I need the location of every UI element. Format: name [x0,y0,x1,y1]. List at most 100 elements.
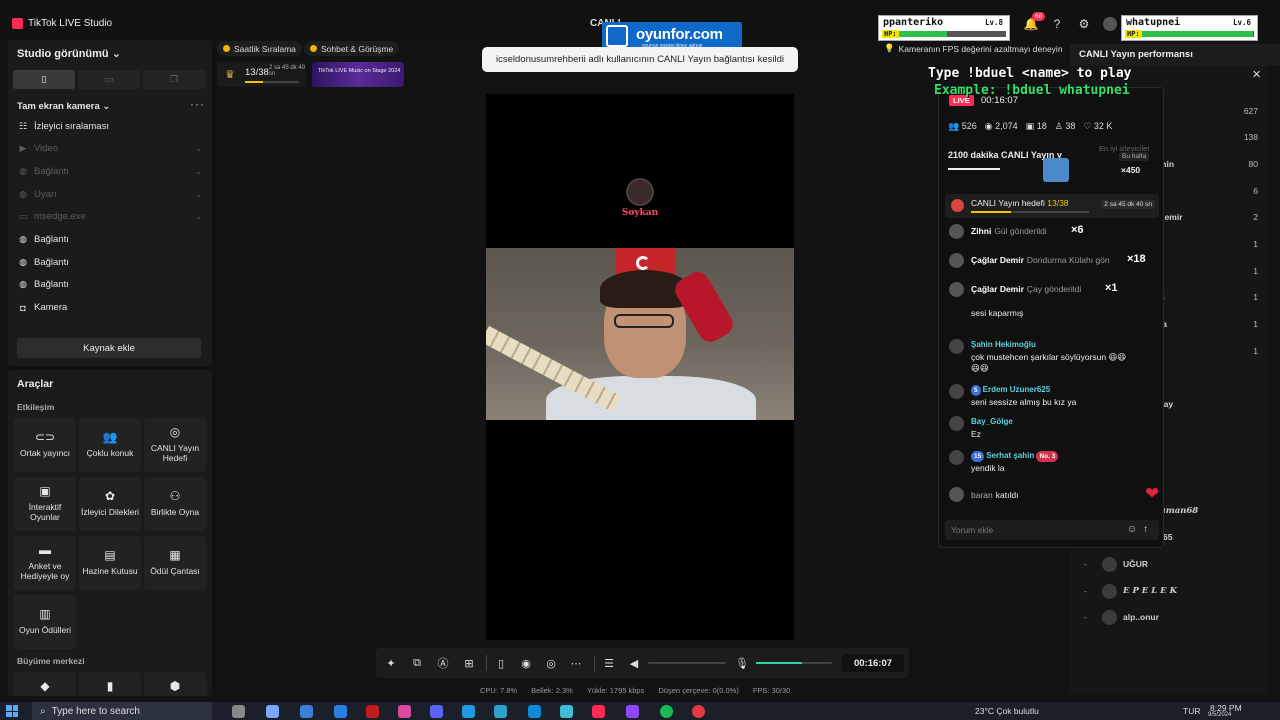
viewer-row[interactable]: - alp..onur [1070,610,1268,626]
source-item[interactable]: ☷ İzleyici sıralaması [18,118,202,134]
tool-chest[interactable]: ▤ Hazine Kutusu [79,536,141,590]
rank-time: 2 sa 45 dk 40 sn [269,65,306,77]
more-icon[interactable]: ⋯ [569,656,583,670]
source-item[interactable]: ◍ Bağlantı [18,232,202,248]
viewer-row[interactable]: - UĞUR [1070,557,1268,573]
tool-reward[interactable]: ▥ Oyun Ödülleri [14,595,76,649]
twitch-icon[interactable] [626,705,639,718]
tiktok-taskbar-icon[interactable] [592,705,605,718]
taskbar-search-input[interactable] [51,705,202,717]
app-icon-teal[interactable] [494,705,507,718]
app-icon-blue[interactable] [462,705,475,718]
source-item[interactable]: ◍ Bağlantı [18,277,202,293]
language-indicator[interactable]: TUR [1183,706,1200,716]
source-item[interactable]: ◍ Bağlantı [18,254,202,270]
app-icon-record[interactable] [692,705,705,718]
volume-slider[interactable] [648,662,726,664]
chevron-down-icon[interactable]: ⌄ [195,212,202,221]
mic-level-slider[interactable] [756,662,832,664]
tool-target[interactable]: ◎ CANLI Yayın Hedefi [144,418,206,472]
comment-input[interactable] [951,523,1111,537]
live-goal-row[interactable]: CANLI Yayın hedefi 13/38 2 sa 45 dk 40 s… [945,194,1159,218]
app-icon-cyan[interactable] [560,705,573,718]
store-icon[interactable] [300,705,313,718]
discord-icon[interactable] [430,705,443,718]
close-icon[interactable]: ✕ [1252,68,1261,81]
chat-message[interactable]: sesi kaparmış [949,308,1159,340]
stream-preview[interactable]: Soykan [486,94,794,640]
avatar[interactable] [1103,17,1117,31]
landscape-layout-tab[interactable]: ▭ [78,70,140,89]
focus-icon[interactable]: ◎ [544,656,558,670]
avatar [949,339,964,354]
ai-icon[interactable]: Ⓐ [436,656,450,670]
screen-capture-icon[interactable]: ⧉ [410,656,424,670]
source-item[interactable]: ◍ Bağlantı ⌄ [18,163,202,179]
tool-label: Birlikte Oyna [150,507,200,517]
chat-text: seni sessize almış bu kız ya [971,397,1077,407]
multi-layout-tab[interactable]: ❐ [143,70,205,89]
record-icon[interactable]: ◉ [519,656,533,670]
chevron-down-icon[interactable]: ⌄ [195,167,202,176]
scene-dropdown[interactable]: Tam ekran kamera ⌄ [17,101,110,112]
growth-tool-2[interactable]: ▮ [79,672,141,696]
source-item[interactable]: ◍ Uyarı ⌄ [18,186,202,202]
source-item[interactable]: ◘ Kamera [18,300,202,316]
app-icon-red[interactable] [366,705,379,718]
copilot-icon[interactable] [266,705,279,718]
chevron-down-icon[interactable]: ⌄ [195,144,202,153]
help-icon[interactable]: ? [1050,17,1064,31]
tool-joystick[interactable]: ⚇ Birlikte Oyna [144,477,206,531]
rank-progress-bar [245,81,299,83]
chat-meet-chip[interactable]: Sohbet & Görüşme [304,41,400,56]
tool-guests[interactable]: 👥 Çoklu konuk [79,418,141,472]
chat-message[interactable]: 15 Serhat şahin No. 3 yendik la [949,450,1159,482]
studio-view-dropdown[interactable]: Studio görünümü ⌄ [17,47,121,60]
viewer-row[interactable]: -E P E L E K [1070,584,1268,600]
chevron-down-icon[interactable]: ⌄ [195,190,202,199]
magic-wand-icon[interactable]: ✦ [384,656,398,670]
add-source-button[interactable]: Kaynak ekle [17,338,201,358]
chat-message[interactable]: Şahin Hekimoğlu çok mustehcen şarkılar sö… [949,339,1159,373]
promo-banner[interactable]: TikTok LIVE Music on Stage 2024 [312,62,404,87]
tool-link[interactable]: ⊂⊃ Ortak yayıncı [14,418,76,472]
tool-poll[interactable]: ▬ Anket ve Hediyeyle oy [14,536,76,590]
task-view-icon[interactable] [232,705,245,718]
hourly-rank-chip[interactable]: Saatlik Sıralama [217,41,302,56]
source-item[interactable]: ▶ Video ⌄ [18,141,202,157]
source-item[interactable]: ▭ msedge.exe ⌄ [18,209,202,225]
list-icon: ☷ [18,120,28,131]
mail-icon[interactable] [334,705,347,718]
gear-icon[interactable]: ⚙ [1077,17,1091,31]
chat-message[interactable]: 5 Erdem Uzuner625 seni sessize almış bu kı… [949,384,1159,416]
tool-bag[interactable]: ▦ Ödül Çantası [144,536,206,590]
app-icon-pink[interactable] [398,705,411,718]
microphone-icon[interactable]: 🎙 [735,656,749,670]
edge-icon[interactable] [528,705,541,718]
windows-start-icon[interactable] [6,705,18,717]
chat-meet-label: Sohbet & Görüşme [321,43,394,54]
spotify-icon[interactable] [660,705,673,718]
emoji-icon[interactable]: ☺ [1127,524,1137,535]
gift-icon: ✿ [104,489,116,503]
viewer-name: UĞUR [1123,559,1149,569]
globe-icon: ◍ [19,188,27,199]
avatar [949,224,964,239]
tool-gamepad[interactable]: ▣ İnteraktif Oyunlar [14,477,76,531]
growth-tool-3[interactable]: ⬢ [144,672,206,696]
portrait-layout-tab[interactable]: ▯ [13,70,75,89]
speaker-icon[interactable]: ◀ [627,656,641,670]
add-scene-icon[interactable]: ⊞ [462,656,476,670]
rank-card[interactable]: ♛ 13/38 2 sa 45 dk 40 sn [217,62,306,87]
live-timer: 00:16:07 [842,654,904,672]
weather-text[interactable]: 23°C Çok bulutlu [975,706,1039,716]
phone-icon[interactable]: ▯ [494,656,508,670]
tool-gift[interactable]: ✿ İzleyici Dilekleri [79,477,141,531]
chat-message[interactable]: Bay_Gölge Ez [949,416,1159,448]
growth-tool-1[interactable]: ◆ [14,672,76,696]
gift-text: Dondurma Külahı gön [1026,255,1110,265]
more-options-icon[interactable]: ··· [190,97,205,111]
send-icon[interactable]: ↑ [1143,524,1148,535]
likes-stat: ♡ 32 K [1083,121,1113,131]
settings-sliders-icon[interactable]: ☰ [602,656,616,670]
